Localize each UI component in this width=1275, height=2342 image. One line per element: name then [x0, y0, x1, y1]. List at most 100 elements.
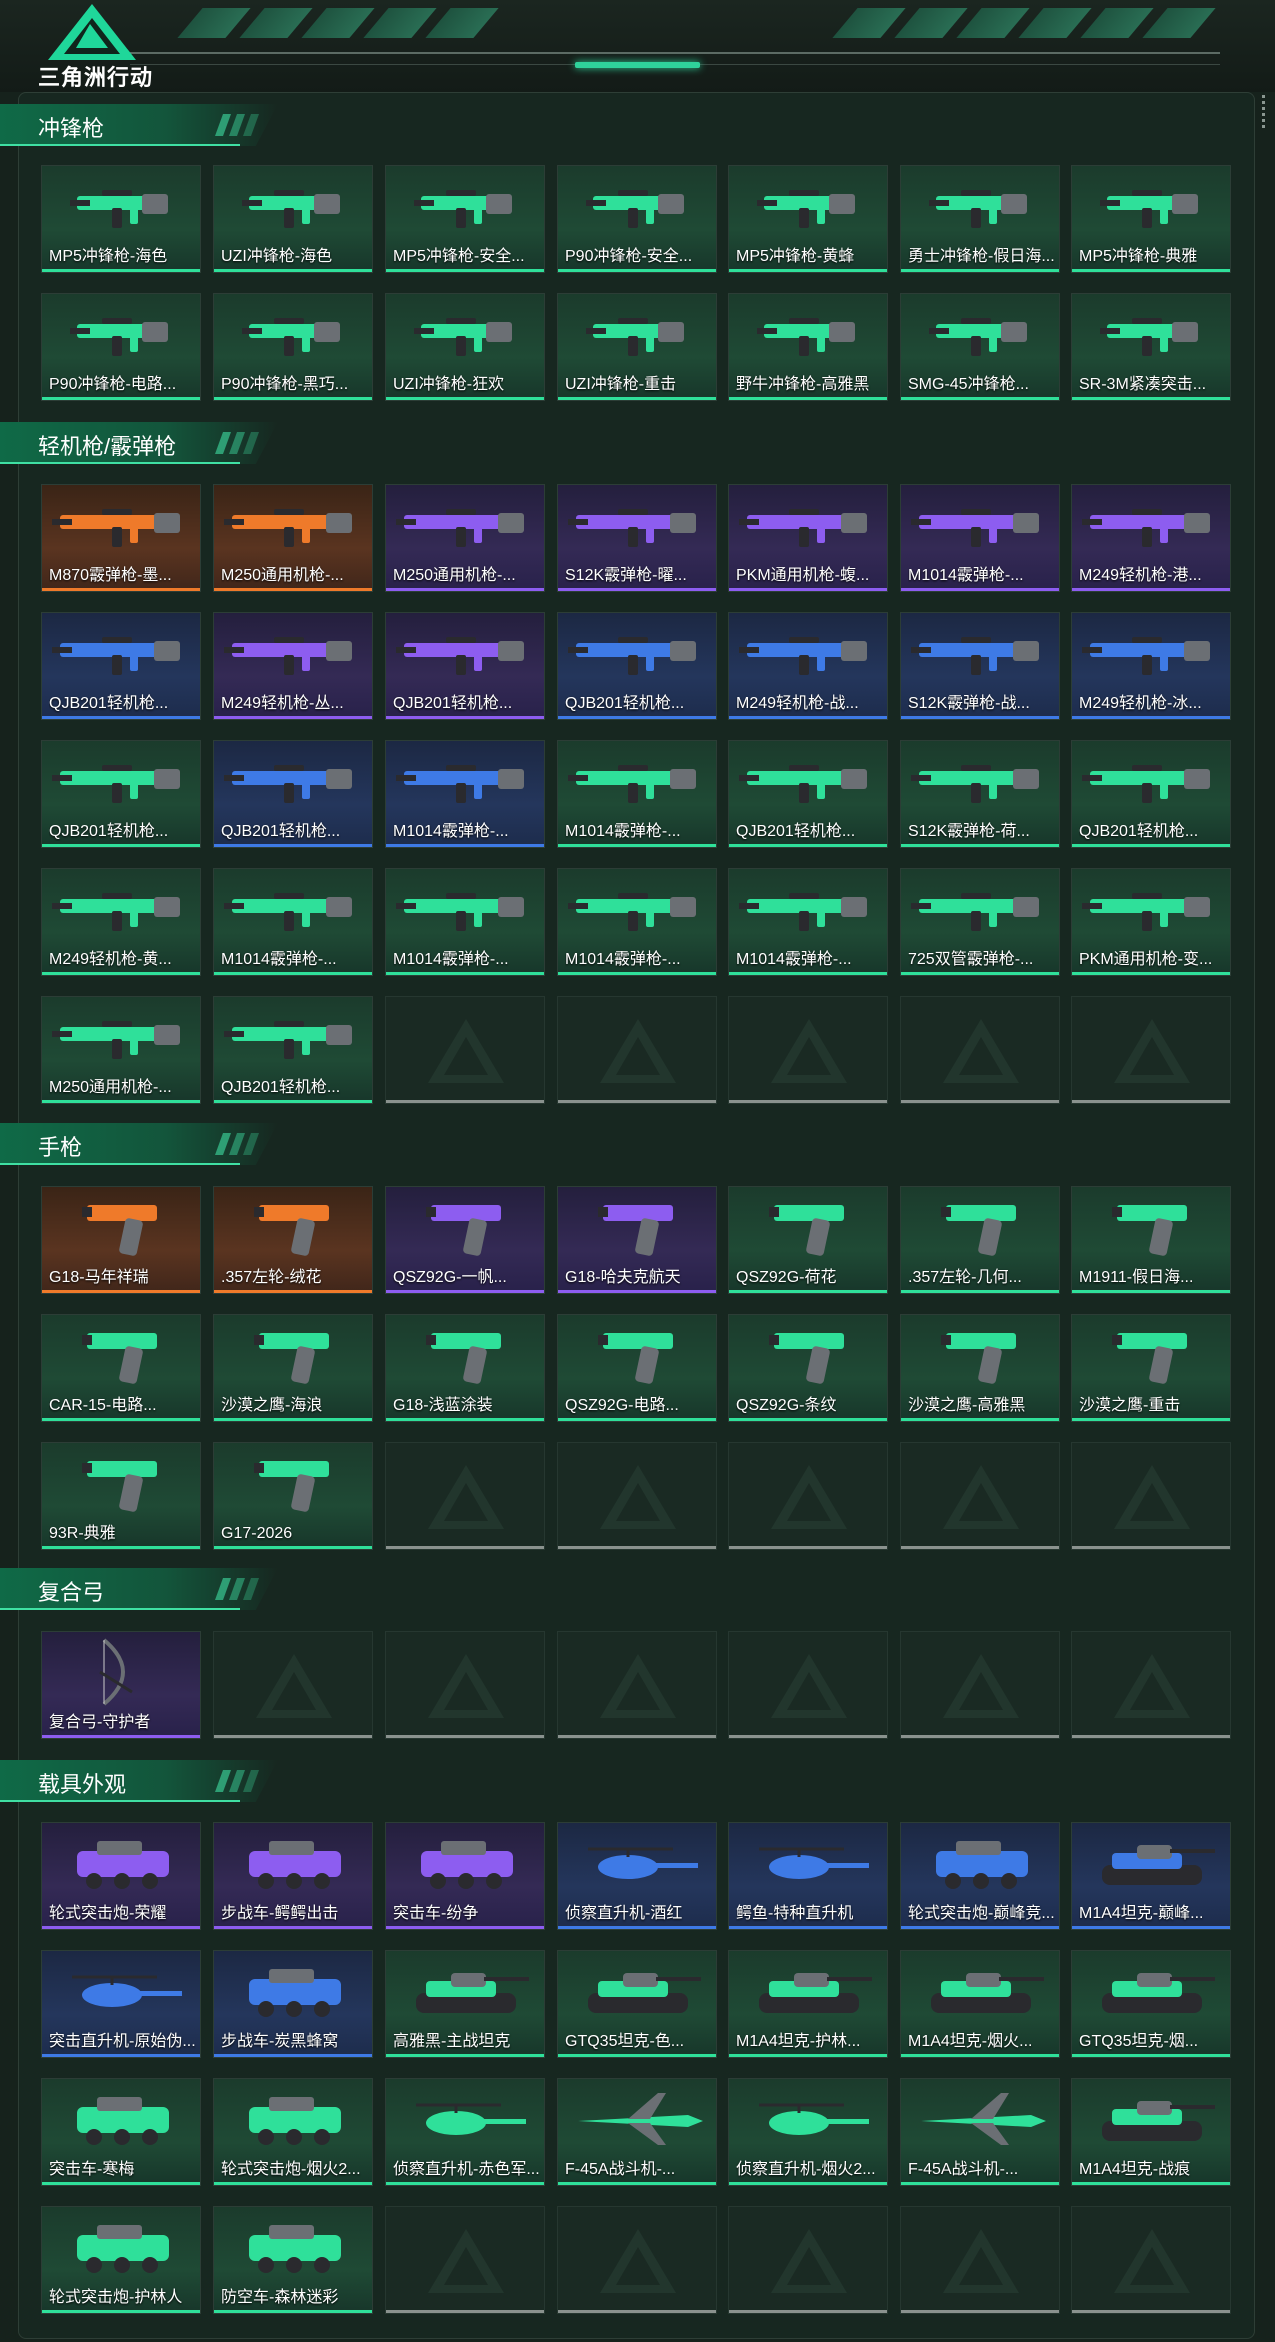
item-card[interactable]: QJB201轻机枪... — [385, 612, 545, 720]
item-card[interactable]: M1014霰弹枪-... — [213, 868, 373, 976]
item-card[interactable]: QSZ92G-一帆... — [385, 1186, 545, 1294]
item-card[interactable]: M249轻机枪-港... — [1071, 484, 1231, 592]
item-card[interactable]: QJB201轻机枪... — [41, 612, 201, 720]
item-card[interactable]: SMG-45冲锋枪... — [900, 293, 1060, 401]
item-card[interactable]: G17-2026 — [213, 1442, 373, 1550]
item-card[interactable]: 野牛冲锋枪-高雅黑 — [728, 293, 888, 401]
item-card[interactable]: M249轻机枪-黄... — [41, 868, 201, 976]
item-card[interactable]: 轮式突击炮-巅峰竞... — [900, 1822, 1060, 1930]
item-card[interactable]: F-45A战斗机-... — [557, 2078, 717, 2186]
item-card[interactable]: 防空车-森林迷彩 — [213, 2206, 373, 2314]
item-card[interactable]: M1014霰弹枪-... — [385, 868, 545, 976]
item-card[interactable]: P90冲锋枪-黑巧... — [213, 293, 373, 401]
item-card[interactable]: .357左轮-绒花 — [213, 1186, 373, 1294]
item-card[interactable]: M1014霰弹枪-... — [900, 484, 1060, 592]
item-card[interactable]: QJB201轻机枪... — [728, 740, 888, 848]
rarity-bar — [1072, 1926, 1230, 1929]
item-card[interactable]: QSZ92G-条纹 — [728, 1314, 888, 1422]
item-card[interactable]: 93R-典雅 — [41, 1442, 201, 1550]
item-card[interactable]: QJB201轻机枪... — [557, 612, 717, 720]
item-card[interactable]: MP5冲锋枪-典雅 — [1071, 165, 1231, 273]
item-card[interactable]: M250通用机枪-... — [213, 484, 373, 592]
item-card[interactable]: M870霰弹枪-墨... — [41, 484, 201, 592]
machinegun-icon — [52, 1021, 180, 1059]
item-card[interactable]: QJB201轻机枪... — [213, 996, 373, 1104]
item-card[interactable]: 轮式突击炮-护林人 — [41, 2206, 201, 2314]
item-name: M1A4坦克-护林... — [736, 2033, 861, 2050]
item-card[interactable]: G18-哈夫克航天 — [557, 1186, 717, 1294]
item-card[interactable]: M1A4坦克-烟火... — [900, 1950, 1060, 2058]
item-card[interactable]: 侦察直升机-酒红 — [557, 1822, 717, 1930]
empty-slot — [728, 2206, 888, 2314]
item-card[interactable]: 复合弓-守护者 — [41, 1631, 201, 1739]
rarity-bar — [901, 588, 1059, 591]
item-card[interactable]: 勇士冲锋枪-假日海... — [900, 165, 1060, 273]
item-card[interactable]: M1A4坦克-战痕 — [1071, 2078, 1231, 2186]
rarity-bar — [558, 1418, 716, 1421]
item-card[interactable]: 步战车-鳄鳄出击 — [213, 1822, 373, 1930]
item-card[interactable]: 突击直升机-原始伪... — [41, 1950, 201, 2058]
item-card[interactable]: M249轻机枪-战... — [728, 612, 888, 720]
item-card[interactable]: 鳄鱼-特种直升机 — [728, 1822, 888, 1930]
item-card[interactable]: PKM通用机枪-变... — [1071, 868, 1231, 976]
item-card[interactable]: M1A4坦克-护林... — [728, 1950, 888, 2058]
item-card[interactable]: M249轻机枪-丛... — [213, 612, 373, 720]
item-card[interactable]: P90冲锋枪-安全... — [557, 165, 717, 273]
item-card[interactable]: MP5冲锋枪-安全... — [385, 165, 545, 273]
item-card[interactable]: 突击车-纷争 — [385, 1822, 545, 1930]
item-card[interactable]: 侦察直升机-赤色军... — [385, 2078, 545, 2186]
rarity-bar — [386, 588, 544, 591]
item-card[interactable]: S12K霰弹枪-荷... — [900, 740, 1060, 848]
item-card[interactable]: 侦察直升机-烟火2... — [728, 2078, 888, 2186]
item-card[interactable]: 沙漠之鹰-高雅黑 — [900, 1314, 1060, 1422]
item-card[interactable]: M1014霰弹枪-... — [385, 740, 545, 848]
item-card[interactable]: F-45A战斗机-... — [900, 2078, 1060, 2186]
item-card[interactable]: M1A4坦克-巅峰... — [1071, 1822, 1231, 1930]
pistol-icon — [254, 1461, 329, 1512]
item-card[interactable]: QJB201轻机枪... — [213, 740, 373, 848]
item-card[interactable]: M1014霰弹枪-... — [557, 868, 717, 976]
item-card[interactable]: .357左轮-几何... — [900, 1186, 1060, 1294]
item-card[interactable]: 高雅黑-主战坦克 — [385, 1950, 545, 2058]
item-card[interactable]: 轮式突击炮-烟火2... — [213, 2078, 373, 2186]
slot-bar — [214, 1735, 372, 1738]
item-card[interactable]: G18-马年祥瑞 — [41, 1186, 201, 1294]
item-card[interactable]: M1911-假日海... — [1071, 1186, 1231, 1294]
item-card[interactable]: CAR-15-电路... — [41, 1314, 201, 1422]
item-name: 步战车-鳄鳄出击 — [221, 1905, 339, 1922]
item-card[interactable]: MP5冲锋枪-海色 — [41, 165, 201, 273]
item-card[interactable]: MP5冲锋枪-黄蜂 — [728, 165, 888, 273]
item-card[interactable]: 轮式突击炮-荣耀 — [41, 1822, 201, 1930]
placeholder-logo-icon — [771, 1465, 847, 1529]
item-card[interactable]: PKM通用机枪-蝮... — [728, 484, 888, 592]
item-card[interactable]: QJB201轻机枪... — [41, 740, 201, 848]
item-card[interactable]: QJB201轻机枪... — [1071, 740, 1231, 848]
item-card[interactable]: 步战车-炭黑蜂窝 — [213, 1950, 373, 2058]
item-card[interactable]: P90冲锋枪-电路... — [41, 293, 201, 401]
item-card[interactable]: M249轻机枪-冰... — [1071, 612, 1231, 720]
item-card[interactable]: S12K霰弹枪-战... — [900, 612, 1060, 720]
smg-icon — [414, 318, 512, 356]
pistol-icon — [254, 1333, 329, 1384]
item-card[interactable]: UZI冲锋枪-海色 — [213, 165, 373, 273]
item-card[interactable]: M1014霰弹枪-... — [557, 740, 717, 848]
item-card[interactable]: M250通用机枪-... — [41, 996, 201, 1104]
item-card[interactable]: UZI冲锋枪-狂欢 — [385, 293, 545, 401]
item-card[interactable]: GTQ35坦克-色... — [557, 1950, 717, 2058]
scrollbar[interactable] — [1258, 92, 1268, 152]
item-card[interactable]: QSZ92G-荷花 — [728, 1186, 888, 1294]
item-card[interactable]: M250通用机枪-... — [385, 484, 545, 592]
item-card[interactable]: G18-浅蓝涂装 — [385, 1314, 545, 1422]
slot-bar — [386, 2310, 544, 2313]
item-card[interactable]: 突击车-寒梅 — [41, 2078, 201, 2186]
item-card[interactable]: UZI冲锋枪-重击 — [557, 293, 717, 401]
item-card[interactable]: QSZ92G-电路... — [557, 1314, 717, 1422]
item-card[interactable]: 725双管霰弹枪-... — [900, 868, 1060, 976]
item-card[interactable]: M1014霰弹枪-... — [728, 868, 888, 976]
item-card[interactable]: S12K霰弹枪-曜... — [557, 484, 717, 592]
item-card[interactable]: SR-3M紧凑突击... — [1071, 293, 1231, 401]
item-card[interactable]: 沙漠之鹰-海浪 — [213, 1314, 373, 1422]
item-card[interactable]: GTQ35坦克-烟... — [1071, 1950, 1231, 2058]
item-card[interactable]: 沙漠之鹰-重击 — [1071, 1314, 1231, 1422]
rarity-bar — [42, 844, 200, 847]
